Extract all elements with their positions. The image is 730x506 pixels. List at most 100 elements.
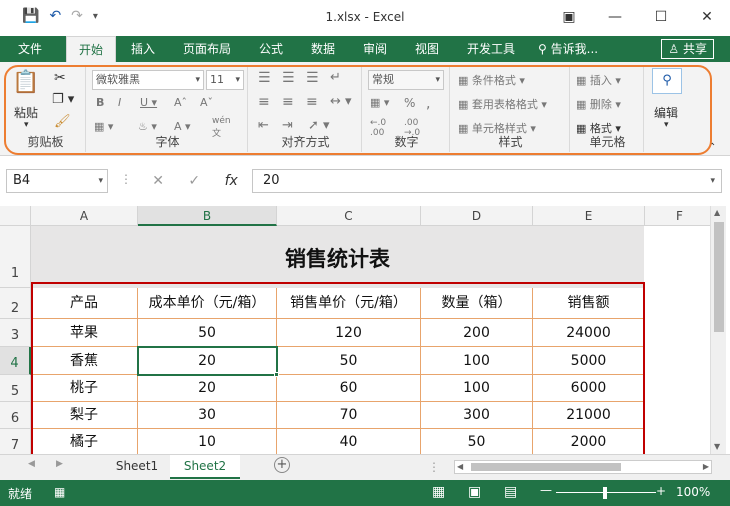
table-cell-sales[interactable]: 24000 xyxy=(533,319,645,347)
table-cell-product[interactable]: 苹果 xyxy=(31,319,138,347)
table-cell-product[interactable]: 梨子 xyxy=(31,402,138,429)
table-cell-cost[interactable]: 50 xyxy=(138,319,277,347)
vertical-scrollbar[interactable]: ▲ ▼ xyxy=(710,206,726,454)
tab-page-layout[interactable]: 页面布局 xyxy=(172,36,242,62)
column-header-a[interactable]: A xyxy=(31,206,138,226)
align-top-icon[interactable]: ☰ xyxy=(258,70,271,86)
zoom-level[interactable]: 100% xyxy=(676,485,710,499)
row-header-3[interactable]: 3 xyxy=(0,319,31,347)
tab-view[interactable]: 视图 xyxy=(404,36,450,62)
table-cell-qty[interactable]: 100 xyxy=(421,347,533,375)
column-header-f[interactable]: F xyxy=(645,206,710,226)
macro-record-icon[interactable]: ▦ xyxy=(54,485,65,499)
share-button[interactable]: ♙ 共享 xyxy=(661,39,714,59)
insert-cells-button[interactable]: ▦ 插入 ▾ xyxy=(576,72,621,88)
tab-formulas[interactable]: 公式 xyxy=(248,36,294,62)
collapse-ribbon-icon[interactable]: ⌃ xyxy=(708,142,716,153)
zoom-in-icon[interactable]: + xyxy=(656,484,666,498)
align-center-icon[interactable]: ≡ xyxy=(282,94,294,110)
prev-sheet-icon[interactable]: ◀ xyxy=(28,459,35,469)
cancel-icon[interactable]: ✕ xyxy=(152,173,164,189)
tab-review[interactable]: 审阅 xyxy=(352,36,398,62)
table-header-cost[interactable]: 成本单价（元/箱） xyxy=(138,288,277,319)
fill-handle[interactable] xyxy=(274,372,279,377)
row-header-4[interactable]: 4 xyxy=(0,347,31,375)
row-header-7[interactable]: 7 xyxy=(0,429,31,454)
table-cell-sales[interactable]: 6000 xyxy=(533,375,645,402)
table-cell-price[interactable]: 60 xyxy=(277,375,421,402)
name-box[interactable]: B4 ▾ xyxy=(6,169,108,193)
table-cell-sales[interactable]: 2000 xyxy=(533,429,645,454)
split-handle-icon[interactable]: ⋮ xyxy=(428,460,440,474)
formula-input[interactable]: 20 ▾ xyxy=(252,169,722,193)
table-cell-qty[interactable]: 300 xyxy=(421,402,533,429)
ribbon-display-icon[interactable]: ▣ xyxy=(546,0,592,36)
scroll-left-icon[interactable]: ◀ xyxy=(457,461,463,473)
table-cell-cost[interactable]: 20 xyxy=(138,347,277,375)
decrease-font-icon[interactable]: Aˇ xyxy=(200,96,213,109)
font-color-icon[interactable]: A ▾ xyxy=(174,120,191,133)
worksheet-grid[interactable]: A B C D E F 1 2 3 4 5 6 7 销售统计表 产品 成本单价（元… xyxy=(0,206,710,454)
tab-data[interactable]: 数据 xyxy=(300,36,346,62)
maximize-icon[interactable]: ☐ xyxy=(638,0,684,36)
select-all-corner[interactable] xyxy=(0,206,31,226)
table-cell-price[interactable]: 70 xyxy=(277,402,421,429)
format-painter-icon[interactable]: 🖌 xyxy=(54,114,71,129)
increase-indent-icon[interactable]: ⇥ xyxy=(282,118,293,133)
conditional-format-button[interactable]: ▦ 条件格式 ▾ xyxy=(458,72,525,88)
increase-font-icon[interactable]: Aˆ xyxy=(174,96,187,109)
column-header-c[interactable]: C xyxy=(277,206,421,226)
column-header-d[interactable]: D xyxy=(421,206,533,226)
row-header-2[interactable]: 2 xyxy=(0,288,31,319)
table-cell-qty[interactable]: 100 xyxy=(421,375,533,402)
row-header-5[interactable]: 5 xyxy=(0,375,31,402)
paste-dropdown-icon[interactable]: ▾ xyxy=(24,120,29,130)
align-bottom-icon[interactable]: ☰ xyxy=(306,70,319,86)
currency-icon[interactable]: ▦ ▾ xyxy=(370,96,389,109)
insert-function-button[interactable]: fx xyxy=(225,173,238,189)
page-layout-view-icon[interactable]: ▣ xyxy=(468,484,481,500)
table-cell-cost[interactable]: 10 xyxy=(138,429,277,454)
editing-button[interactable]: 编辑 xyxy=(654,104,678,121)
table-cell-price[interactable]: 40 xyxy=(277,429,421,454)
borders-icon[interactable]: ▦ ▾ xyxy=(94,120,113,133)
tab-home[interactable]: 开始 xyxy=(66,36,116,62)
tell-me-search[interactable]: ⚲ 告诉我... xyxy=(538,36,598,62)
tab-developer[interactable]: 开发工具 xyxy=(458,36,524,62)
paste-icon[interactable]: 📋 xyxy=(12,70,39,95)
row-header-1[interactable]: 1 xyxy=(0,226,31,288)
table-cell-sales[interactable]: 21000 xyxy=(533,402,645,429)
table-header-product[interactable]: 产品 xyxy=(31,288,138,319)
underline-icon[interactable]: U ▾ xyxy=(140,96,157,109)
align-middle-icon[interactable]: ☰ xyxy=(282,70,295,86)
sheet-title-cell[interactable]: 销售统计表 xyxy=(31,226,644,288)
align-right-icon[interactable]: ≡ xyxy=(306,94,318,110)
row-header-6[interactable]: 6 xyxy=(0,402,31,429)
editing-dropdown-icon[interactable]: ▾ xyxy=(664,120,669,130)
number-format-select[interactable]: 常规 ▾ xyxy=(368,70,444,90)
enter-icon[interactable]: ✓ xyxy=(188,173,200,189)
search-icon[interactable]: ⚲ xyxy=(652,68,682,94)
table-cell-product[interactable]: 橘子 xyxy=(31,429,138,454)
merge-center-icon[interactable]: ↔ ▾ xyxy=(330,94,352,109)
bold-icon[interactable]: B xyxy=(96,96,104,109)
table-cell-sales[interactable]: 5000 xyxy=(533,347,645,375)
table-cell-qty[interactable]: 200 xyxy=(421,319,533,347)
orientation-icon[interactable]: ➚ ▾ xyxy=(308,118,330,133)
wrap-text-icon[interactable]: ↵ xyxy=(330,70,341,85)
sheet-tab-sheet1[interactable]: Sheet1 xyxy=(104,455,170,479)
column-header-e[interactable]: E xyxy=(533,206,645,226)
table-cell-cost[interactable]: 20 xyxy=(138,375,277,402)
format-as-table-button[interactable]: ▦ 套用表格格式 ▾ xyxy=(458,96,547,112)
table-cell-product[interactable]: 香蕉 xyxy=(31,347,138,375)
tab-file[interactable]: 文件 xyxy=(0,36,60,62)
copy-icon[interactable]: ❐ ▾ xyxy=(52,92,74,107)
zoom-out-icon[interactable]: — xyxy=(540,483,552,497)
close-icon[interactable]: ✕ xyxy=(684,0,730,36)
tab-insert[interactable]: 插入 xyxy=(118,36,168,62)
table-cell-cost[interactable]: 30 xyxy=(138,402,277,429)
page-break-view-icon[interactable]: ▤ xyxy=(504,484,517,500)
horizontal-scrollbar[interactable]: ◀ ▶ xyxy=(454,460,712,474)
scroll-down-icon[interactable]: ▼ xyxy=(714,442,720,451)
fill-color-icon[interactable]: ♨ ▾ xyxy=(138,120,157,133)
